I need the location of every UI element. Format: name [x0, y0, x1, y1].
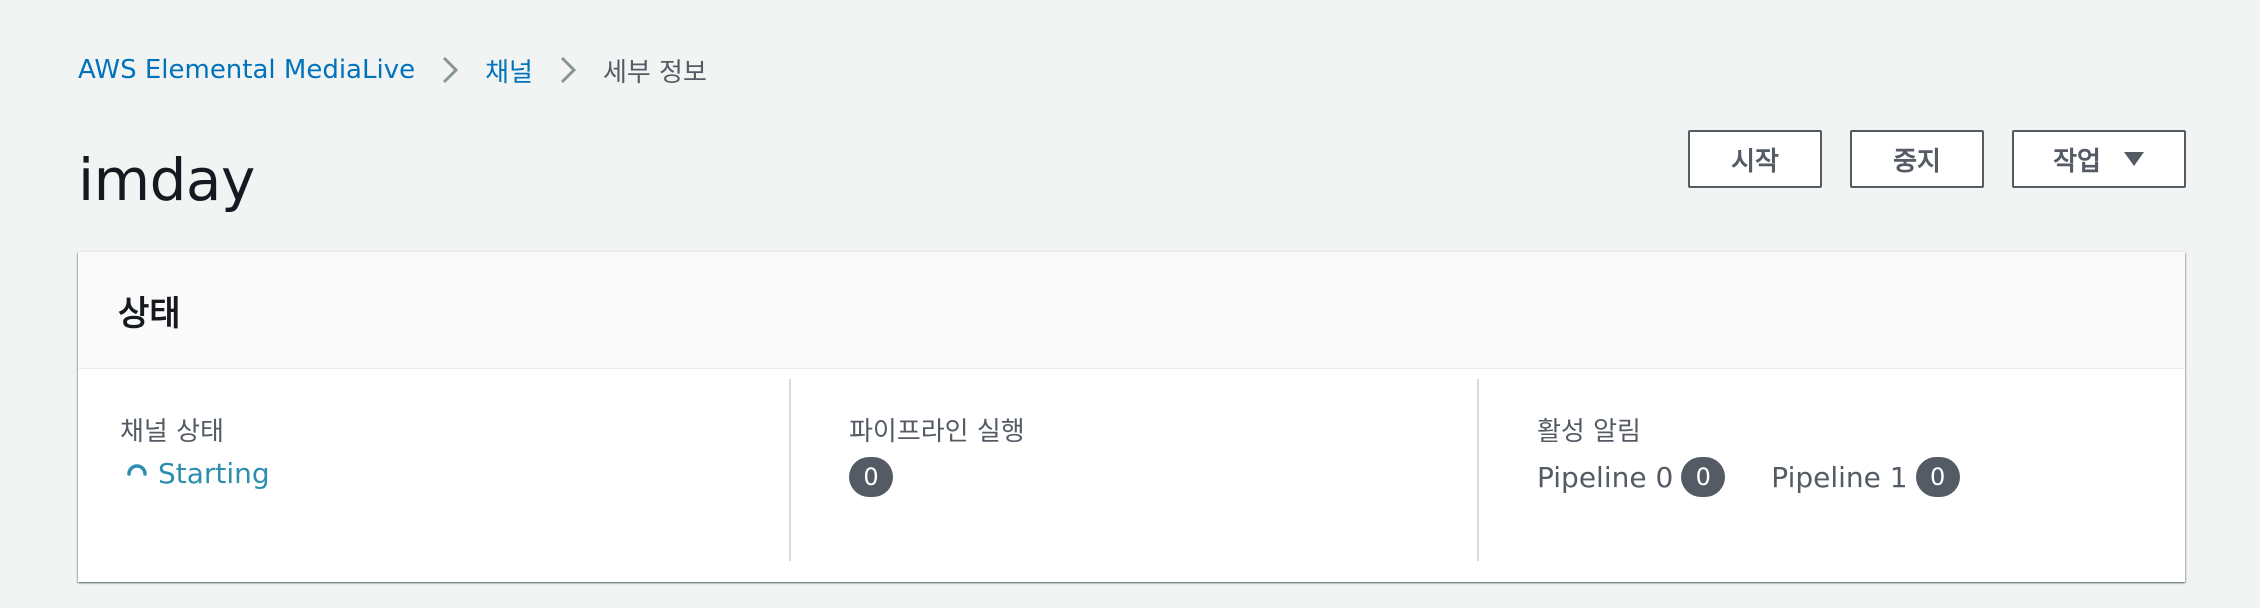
breadcrumb-channels-link[interactable]: 채널	[485, 52, 533, 89]
page: AWS Elemental MediaLive 채널 세부 정보 imday 시…	[0, 0, 2260, 608]
status-panel-body: 채널 상태 Starting 파이프라인 실행 0 활성 알림 Pipeline…	[78, 369, 2185, 581]
header-actions: 시작 중지 작업	[1688, 130, 2186, 188]
pipelines-running-column: 파이프라인 실행 0	[791, 369, 1478, 581]
status-panel: 상태 채널 상태 Starting 파이프라인 실행 0 활성 알림 Pipel…	[78, 252, 2185, 582]
channel-state-text: Starting	[158, 457, 270, 490]
status-panel-header: 상태	[78, 252, 2185, 369]
actions-dropdown-button[interactable]: 작업	[2012, 130, 2186, 188]
breadcrumb: AWS Elemental MediaLive 채널 세부 정보	[78, 50, 707, 90]
active-alerts-label: 활성 알림	[1537, 417, 1641, 447]
breadcrumb-current: 세부 정보	[602, 57, 707, 88]
channel-state-column: 채널 상태 Starting	[78, 369, 790, 581]
chevron-right-icon	[545, 50, 591, 90]
chevron-right-icon	[427, 50, 473, 90]
pipeline-1-alerts: Pipeline 1 0	[1771, 457, 1960, 497]
count-badge: 0	[1681, 457, 1726, 497]
active-alerts-value: Pipeline 0 0 Pipeline 1 0	[1537, 457, 1960, 497]
pipelines-running-value: 0	[849, 457, 893, 497]
count-badge: 0	[849, 457, 893, 497]
status-panel-title: 상태	[118, 293, 181, 334]
channel-state-value: Starting	[124, 457, 270, 490]
channel-state-label: 채널 상태	[120, 417, 224, 447]
actions-dropdown-label: 작업	[2053, 146, 2101, 177]
pipeline-1-name: Pipeline 1	[1771, 460, 1908, 494]
spinner-icon	[127, 463, 147, 476]
count-badge: 0	[1915, 457, 1960, 497]
stop-button[interactable]: 중지	[1850, 130, 1984, 188]
active-alerts-column: 활성 알림 Pipeline 0 0 Pipeline 1 0	[1479, 369, 2185, 581]
breadcrumb-medialive-link[interactable]: AWS Elemental MediaLive	[78, 55, 415, 85]
pipelines-running-label: 파이프라인 실행	[849, 417, 1025, 447]
caret-down-icon	[2123, 152, 2144, 166]
status-starting: Starting	[124, 457, 270, 490]
pipeline-0-name: Pipeline 0	[1537, 460, 1674, 494]
page-title: imday	[78, 146, 255, 214]
start-button[interactable]: 시작	[1688, 130, 1822, 188]
pipeline-0-alerts: Pipeline 0 0	[1537, 457, 1726, 497]
